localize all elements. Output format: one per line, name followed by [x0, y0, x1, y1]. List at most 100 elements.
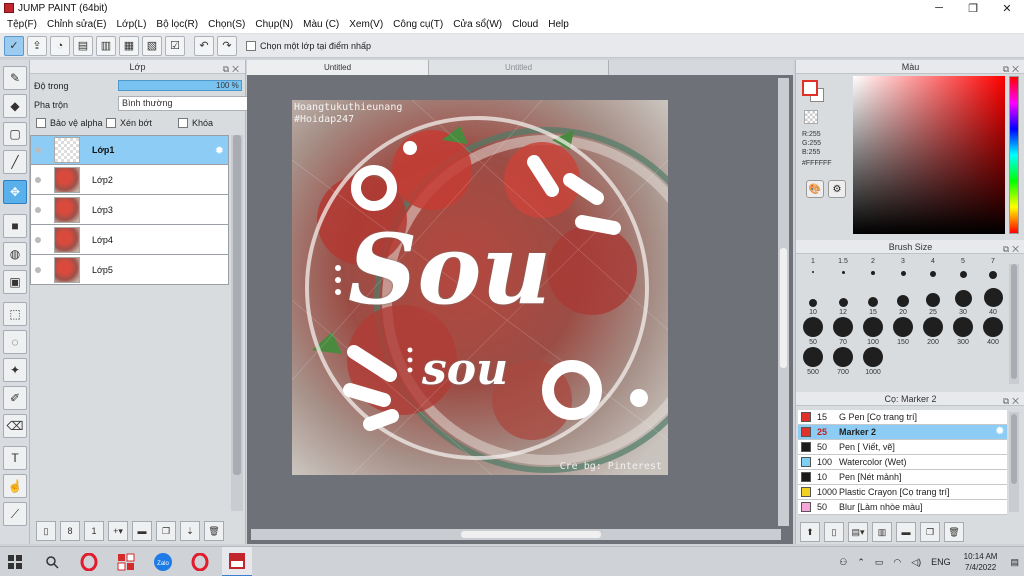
gradient-tool-icon[interactable]: ▣ — [3, 270, 27, 294]
visibility-icon[interactable] — [31, 206, 45, 213]
line-tool-icon[interactable]: ╱ — [3, 150, 27, 174]
trash-icon[interactable]: 🗑 — [944, 522, 964, 542]
layer-row[interactable]: Lớp4 — [30, 225, 229, 255]
language-indicator[interactable]: ENG — [931, 557, 951, 567]
layer-scrollbar[interactable] — [231, 135, 243, 511]
pages-icon[interactable]: ▦ — [119, 35, 139, 56]
brush-size-option[interactable]: 25 — [918, 286, 948, 316]
select-on-click-checkbox[interactable] — [246, 40, 256, 51]
protect-alpha-checkbox[interactable] — [36, 118, 46, 128]
network-icon[interactable]: ▭ — [875, 557, 884, 568]
brush-size-option[interactable]: 15 — [858, 286, 888, 316]
comment-icon[interactable]: ▤ — [73, 35, 93, 56]
protect-alpha-option[interactable]: Bảo vệ alpha — [36, 118, 103, 128]
menu-capture[interactable]: Chụp(N) — [250, 19, 298, 30]
clock[interactable]: 10:14 AM 7/4/2022 — [964, 551, 998, 573]
volume-icon[interactable]: ◁) — [911, 557, 921, 568]
tab-untitled-2[interactable]: Untitled — [429, 60, 609, 75]
menu-layer[interactable]: Lớp(L) — [112, 19, 152, 30]
folder-icon[interactable]: ▬ — [896, 522, 916, 542]
brush-size-option[interactable]: 300 — [948, 316, 978, 346]
transparent-color-swatch[interactable] — [804, 110, 818, 124]
opera-icon[interactable] — [74, 547, 104, 576]
clipping-checkbox[interactable] — [106, 118, 116, 128]
brush-list-scrollbar[interactable] — [1009, 412, 1019, 512]
menu-select[interactable]: Chọn(S) — [203, 19, 250, 30]
brush-size-option[interactable]: 70 — [828, 316, 858, 346]
people-icon[interactable]: ⚇ — [839, 557, 847, 568]
canvas-vertical-scrollbar[interactable] — [778, 78, 789, 526]
brush-size-option[interactable]: 700 — [828, 346, 858, 376]
new-layer-icon[interactable]: ▯ — [36, 521, 56, 541]
layer-row[interactable]: Lớp5 — [30, 255, 229, 285]
panel-window-icons[interactable]: ⧉✕ — [1003, 394, 1022, 408]
brush-list-item[interactable]: 50 Blur [Làm nhòe màu] — [798, 500, 1007, 515]
text-tool-icon[interactable]: T — [3, 446, 27, 470]
grid-settings-icon[interactable]: ▧ — [142, 35, 162, 56]
windows-start-icon[interactable] — [0, 547, 30, 576]
brush-settings-icon[interactable]: ▥ — [872, 522, 892, 542]
brush-size-option[interactable]: 10 — [798, 286, 828, 316]
menu-color[interactable]: Màu (C) — [298, 19, 344, 30]
menu-file[interactable]: Tệp(F) — [2, 19, 42, 30]
visibility-icon[interactable] — [31, 266, 45, 273]
palette-settings-icon[interactable]: ⚙ — [828, 180, 846, 198]
brush-list-item[interactable]: 25 Marker 2 ✹ — [798, 425, 1007, 440]
opera-gx-icon[interactable] — [185, 547, 215, 576]
brush-list-item[interactable]: 50 Pen [ Viết, vẽ] — [798, 440, 1007, 455]
clipping-option[interactable]: Xén bớt — [106, 118, 152, 128]
duplicate-layer-icon[interactable]: ❐ — [156, 521, 176, 541]
brush-size-option[interactable]: 200 — [918, 316, 948, 346]
bucket-tool-icon[interactable]: ◍ — [3, 242, 27, 266]
brush-size-scrollbar[interactable] — [1009, 264, 1019, 384]
panel-window-icons[interactable]: ⧉✕ — [1003, 62, 1022, 76]
menu-filter[interactable]: Bộ lọc(R) — [151, 19, 203, 30]
brush-tool-icon[interactable]: ✎ — [3, 66, 27, 90]
menu-edit[interactable]: Chỉnh sửa(E) — [42, 19, 112, 30]
select-pen-tool-icon[interactable]: ✐ — [3, 386, 27, 410]
canvas[interactable]: Sou sou Hoangtukuthieunang #Hoidap247 Cr… — [292, 100, 668, 475]
brush-add-icon[interactable]: ⬆ — [800, 522, 820, 542]
gear-icon[interactable]: ✹ — [996, 426, 1004, 437]
layer-row[interactable]: Lớp2 — [30, 165, 229, 195]
menu-window[interactable]: Cửa sổ(W) — [448, 19, 507, 30]
brush-size-option[interactable]: 4 — [918, 256, 948, 286]
lasso-tool-icon[interactable]: ◌ — [3, 330, 27, 354]
brush-size-option[interactable]: 1.5 — [828, 256, 858, 286]
brush-size-option[interactable]: 1 — [798, 256, 828, 286]
tab-untitled-1[interactable]: Untitled — [247, 60, 429, 75]
layer-row[interactable]: Lớp3 — [30, 195, 229, 225]
brush-list-item[interactable]: 100 Watercolor (Wet) — [798, 455, 1007, 470]
new-1bit-layer-icon[interactable]: 1 — [84, 521, 104, 541]
brush-list-item[interactable]: 1000 Plastic Crayon [Cọ trang trí] — [798, 485, 1007, 500]
brush-size-option[interactable]: 2 — [858, 256, 888, 286]
close-button[interactable]: ✕ — [990, 0, 1024, 16]
eraser-tool-icon[interactable]: ◆ — [3, 94, 27, 118]
zalo-icon[interactable]: Zalo — [148, 547, 178, 576]
move-tool-icon[interactable]: ✥ — [3, 180, 27, 204]
rect-select-tool-icon[interactable]: ⬚ — [3, 302, 27, 326]
brush-size-option[interactable]: 100 — [858, 316, 888, 346]
eyedropper-tool-icon[interactable]: ⟋ — [3, 502, 27, 526]
brush-size-option[interactable]: 5 — [948, 256, 978, 286]
brush-size-option[interactable]: 400 — [978, 316, 1008, 346]
panel-window-icons[interactable]: ⧉✕ — [223, 62, 242, 76]
gear-icon[interactable]: ✹ — [215, 144, 224, 157]
brush-size-option[interactable]: 20 — [888, 286, 918, 316]
brush-size-option[interactable]: 12 — [828, 286, 858, 316]
brush-size-option[interactable]: 500 — [798, 346, 828, 376]
maximize-button[interactable]: ❐ — [956, 0, 990, 16]
search-icon[interactable] — [37, 547, 67, 576]
notification-icon[interactable]: ▤ — [1010, 557, 1019, 568]
chevron-up-icon[interactable]: ⌃ — [857, 557, 865, 568]
speech-bubble-icon[interactable]: ◔ — [50, 35, 70, 56]
undo-icon[interactable]: ↶ — [194, 35, 214, 56]
minimize-button[interactable]: ─ — [922, 0, 956, 16]
checklist-icon[interactable]: ☑ — [165, 35, 185, 56]
brush-size-option[interactable]: 150 — [888, 316, 918, 346]
new-8bit-layer-icon[interactable]: 8 — [60, 521, 80, 541]
select-on-click-option[interactable]: Chọn một lớp tại điểm nhấp — [246, 40, 371, 51]
new-brush-icon[interactable]: ▯ — [824, 522, 844, 542]
layer-row[interactable]: Lớp1 ✹ — [30, 135, 229, 165]
rectangle-tool-icon[interactable]: ▢ — [3, 122, 27, 146]
